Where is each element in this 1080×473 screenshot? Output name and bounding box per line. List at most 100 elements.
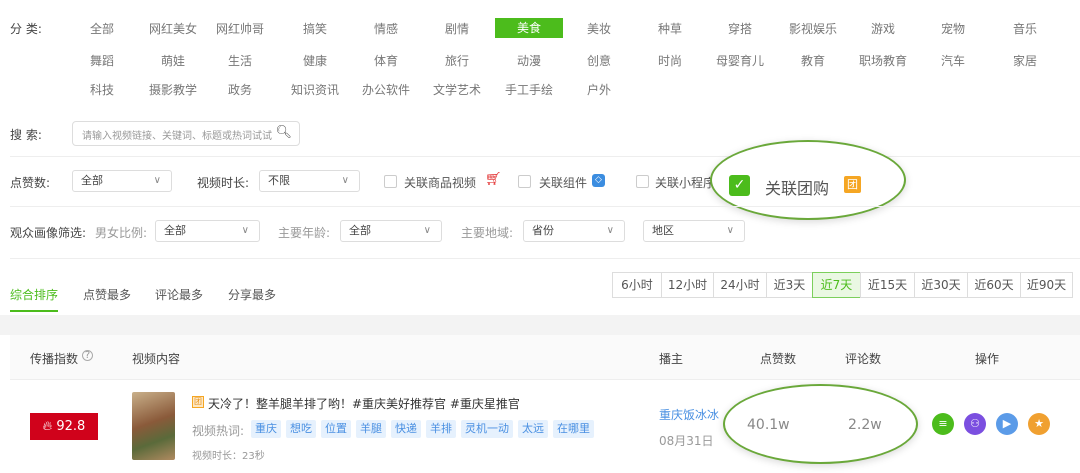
- category-item[interactable]: 美食: [495, 18, 563, 38]
- hotword-tag[interactable]: 快递: [391, 420, 421, 438]
- category-item[interactable]: 影视娱乐: [779, 20, 847, 37]
- search-icon[interactable]: 🔍︎: [275, 125, 292, 140]
- category-item[interactable]: 文学艺术: [423, 81, 491, 98]
- video-thumbnail[interactable]: [132, 392, 175, 460]
- category-item[interactable]: 情感: [352, 20, 420, 37]
- chevron-down-icon: ∨: [341, 175, 349, 186]
- time-range-button[interactable]: 近3天: [766, 272, 813, 298]
- detail-icon[interactable]: ≡: [932, 413, 954, 435]
- hotword-tag[interactable]: 想吃: [286, 420, 316, 438]
- age-select[interactable]: 全部 ∨: [340, 220, 442, 242]
- category-item[interactable]: 家居: [991, 52, 1059, 69]
- category-item[interactable]: 办公软件: [352, 81, 420, 98]
- users-icon[interactable]: ⚇: [964, 413, 986, 435]
- category-item[interactable]: 教育: [779, 52, 847, 69]
- time-range-button[interactable]: 近7天: [812, 272, 861, 298]
- tab-comprehensive[interactable]: 综合排序: [10, 286, 59, 312]
- category-item[interactable]: 户外: [565, 81, 633, 98]
- category-item[interactable]: 穿搭: [706, 20, 774, 37]
- hotword-tag[interactable]: 重庆: [251, 420, 281, 438]
- category-item[interactable]: 网红美女: [139, 20, 207, 37]
- header-author: 播主: [659, 352, 684, 366]
- category-item[interactable]: 知识资讯: [281, 81, 349, 98]
- category-item[interactable]: 萌娃: [139, 52, 207, 69]
- duration-select[interactable]: 不限 ∨: [259, 170, 360, 192]
- category-item[interactable]: 游戏: [849, 20, 917, 37]
- search-label: 搜 索:: [10, 128, 42, 142]
- likes-value: 全部: [81, 174, 103, 187]
- hotwords-list: 重庆 想吃 位置 羊腿 快递 羊排 灵机一动 太远 在哪里: [251, 420, 599, 438]
- likes-select[interactable]: 全部 ∨: [72, 170, 172, 192]
- diamond-icon: ◇: [592, 174, 605, 187]
- category-item[interactable]: 网红帅哥: [206, 20, 274, 37]
- category-item[interactable]: 职场教育: [849, 52, 917, 69]
- divider: [10, 206, 1080, 207]
- component-label: 关联组件: [539, 176, 588, 190]
- video-title[interactable]: 天冷了！整羊腿羊排了哟！#重庆美好推荐官 #重庆星推官: [208, 395, 520, 412]
- product-video-label: 关联商品视频: [404, 176, 477, 190]
- category-item[interactable]: 生活: [206, 52, 274, 69]
- comments-count: 2.2w: [848, 417, 882, 433]
- star-icon[interactable]: ★: [1028, 413, 1050, 435]
- hotword-tag[interactable]: 位置: [321, 420, 351, 438]
- help-icon[interactable]: ?: [82, 350, 93, 361]
- time-range-button[interactable]: 6小时: [612, 272, 662, 298]
- hotword-tag[interactable]: 灵机一动: [461, 420, 513, 438]
- category-item[interactable]: 体育: [352, 52, 420, 69]
- audience-label: 观众画像筛选:: [10, 226, 87, 240]
- province-value: 省份: [532, 224, 554, 237]
- category-item[interactable]: 剧情: [423, 20, 491, 37]
- category-item[interactable]: 手工手绘: [495, 81, 563, 98]
- tab-most-comments[interactable]: 评论最多: [155, 286, 203, 303]
- category-item[interactable]: 时尚: [636, 52, 704, 69]
- category-item[interactable]: 搞笑: [281, 20, 349, 37]
- product-video-checkbox[interactable]: [384, 175, 397, 188]
- category-item[interactable]: 旅行: [423, 52, 491, 69]
- hotword-tag[interactable]: 羊排: [426, 420, 456, 438]
- chevron-down-icon: ∨: [726, 225, 734, 236]
- category-item[interactable]: 全部: [68, 20, 136, 37]
- category-item[interactable]: 音乐: [991, 20, 1059, 37]
- category-item[interactable]: 政务: [206, 81, 274, 98]
- time-range-button[interactable]: 12小时: [661, 272, 714, 298]
- component-checkbox[interactable]: [518, 175, 531, 188]
- search-input[interactable]: 请输入视频链接、关键词、标题或热词试试 🔍︎: [72, 121, 300, 146]
- time-range-button[interactable]: 24小时: [713, 272, 767, 298]
- mini-program-checkbox[interactable]: [636, 175, 649, 188]
- category-item[interactable]: 动漫: [495, 52, 563, 69]
- hotword-tag[interactable]: 羊腿: [356, 420, 386, 438]
- play-icon[interactable]: ▶: [996, 413, 1018, 435]
- hotword-tag[interactable]: 太远: [518, 420, 548, 438]
- group-buy-icon: 团: [844, 176, 861, 193]
- time-range-button[interactable]: 近90天: [1020, 272, 1073, 298]
- group-buy-icon: 团: [192, 396, 204, 408]
- table-header: 传播指数 ? 视频内容 播主 点赞数 评论数 操作: [10, 335, 1080, 380]
- time-range-button[interactable]: 近15天: [860, 272, 915, 298]
- district-select[interactable]: 地区 ∨: [643, 220, 745, 242]
- province-select[interactable]: 省份 ∨: [523, 220, 625, 242]
- hotword-tag[interactable]: 在哪里: [553, 420, 594, 438]
- category-label: 分 类:: [10, 22, 42, 36]
- search-placeholder: 请输入视频链接、关键词、标题或热词试试: [82, 131, 272, 142]
- category-item[interactable]: 母婴育儿: [706, 52, 774, 69]
- category-item[interactable]: 健康: [281, 52, 349, 69]
- time-range-button[interactable]: 近60天: [967, 272, 1021, 298]
- time-range-button[interactable]: 近30天: [914, 272, 968, 298]
- category-item[interactable]: 创意: [565, 52, 633, 69]
- gender-select[interactable]: 全部 ∨: [155, 220, 260, 242]
- tab-most-shares[interactable]: 分享最多: [228, 286, 276, 303]
- category-item[interactable]: 舞蹈: [68, 52, 136, 69]
- category-item[interactable]: 科技: [68, 81, 136, 98]
- tab-most-likes[interactable]: 点赞最多: [83, 286, 131, 303]
- category-item[interactable]: 宠物: [919, 20, 987, 37]
- header-comments: 评论数: [845, 352, 882, 366]
- group-buy-checkbox[interactable]: ✓: [729, 175, 750, 196]
- category-item[interactable]: 种草: [636, 20, 704, 37]
- age-label: 主要年龄:: [278, 226, 331, 240]
- category-item[interactable]: 美妆: [565, 20, 633, 37]
- chevron-down-icon: ∨: [153, 175, 161, 186]
- category-item[interactable]: 汽车: [919, 52, 987, 69]
- category-item[interactable]: 摄影教学: [139, 81, 207, 98]
- header-likes: 点赞数: [760, 352, 797, 366]
- author-link[interactable]: 重庆饭冰冰: [659, 406, 719, 423]
